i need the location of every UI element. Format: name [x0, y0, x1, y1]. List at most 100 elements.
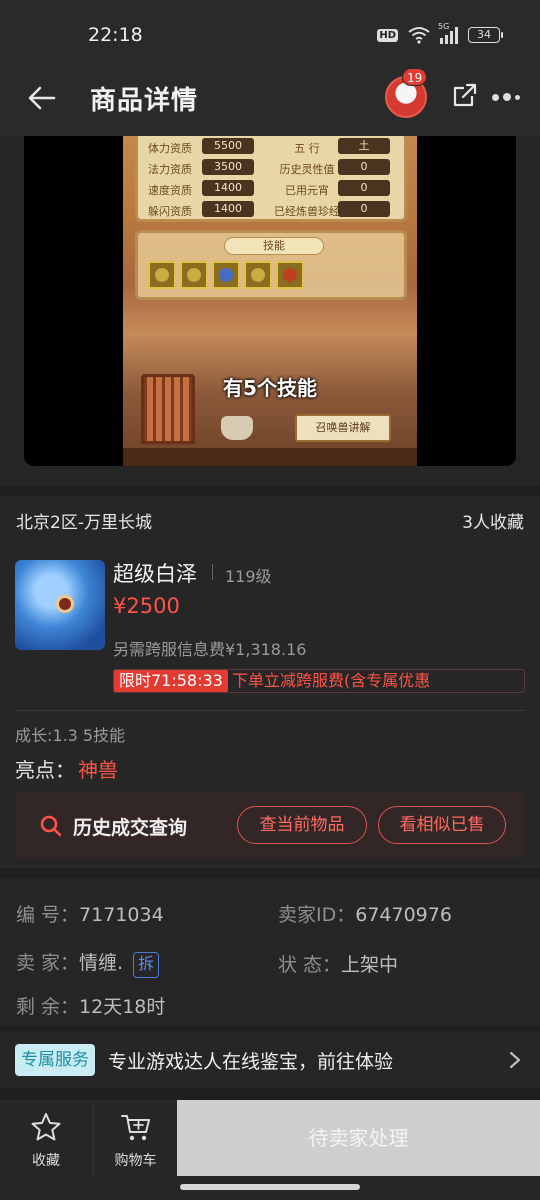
skill-icon — [244, 261, 272, 289]
battery-icon: 34 — [468, 27, 503, 43]
status-icons: HD 5G 34 — [377, 22, 503, 44]
search-icon — [40, 815, 62, 837]
page-title: 商品详情 — [90, 86, 199, 116]
stat-value: 5500 — [202, 138, 254, 154]
skill-icon — [180, 261, 208, 289]
promo-banner[interactable]: 限时71:58:33 下单立减跨服费(含专属优惠 — [113, 669, 525, 693]
split-badge[interactable]: 拆 — [133, 952, 160, 978]
product-level: 119级 — [225, 567, 272, 586]
product-thumbnail[interactable] — [15, 560, 105, 650]
video-player[interactable]: 体力资质 5500 五 行 土 法力资质 3500 历史灵性值 0 速度资质 1… — [24, 136, 516, 466]
stat-value: 0 — [338, 201, 390, 217]
remaining-time: 剩 余：12天18时 — [16, 992, 165, 1019]
cart-button[interactable]: 购物车 — [93, 1100, 177, 1176]
favorite-label: 收藏 — [32, 1153, 60, 1169]
seller: 卖 家：情缠. 拆 — [16, 948, 160, 978]
more-icon[interactable] — [492, 92, 526, 102]
exclusive-service-row[interactable]: 专属服务 专业游戏达人在线鉴宝，前往体验 — [0, 1032, 540, 1088]
trade-history-box: 历史成交查询 查当前物品 看相似已售 — [15, 792, 525, 858]
stat-label: 已用元宵 — [285, 184, 329, 197]
status-label: 状 态： — [278, 954, 342, 976]
stats-panel: 体力资质 5500 五 行 土 法力资质 3500 历史灵性值 0 速度资质 1… — [135, 136, 407, 222]
game-screenshot: 体力资质 5500 五 行 土 法力资质 3500 历史灵性值 0 速度资质 1… — [123, 136, 417, 466]
stat-label: 躲闪资质 — [148, 205, 192, 218]
skill-icon — [276, 261, 304, 289]
message-count-badge: 19 — [402, 68, 428, 86]
item-id-label: 编 号： — [16, 904, 80, 926]
item-id-value: 7171034 — [79, 904, 164, 926]
stat-row: 速度资质 1400 已用元宵 0 — [138, 179, 410, 199]
stat-value: 1400 — [202, 180, 254, 196]
skills-title: 技能 — [224, 237, 324, 255]
cart-label: 购物车 — [114, 1153, 157, 1169]
divider — [15, 710, 525, 711]
stat-value: 1400 — [202, 201, 254, 217]
favorite-count: 3人收藏 — [462, 513, 524, 533]
product-price: ¥2500 — [113, 594, 180, 618]
share-icon[interactable] — [452, 82, 478, 108]
stat-label: 速度资质 — [148, 184, 192, 197]
skill-icon — [212, 261, 240, 289]
stat-value: 0 — [338, 180, 390, 196]
seller-id-label: 卖家ID： — [278, 904, 356, 926]
signal-icon: 5G — [438, 22, 458, 44]
table-image — [123, 448, 417, 466]
seller-id-value: 67470976 — [355, 904, 452, 926]
cross-server-fee: 另需跨服信息费¥1,318.16 — [113, 640, 307, 659]
separator — [212, 564, 213, 580]
seller-name[interactable]: 情缠. — [79, 952, 123, 974]
promo-text: 下单立减跨服费(含专属优惠 — [232, 671, 431, 690]
stat-label: 体力资质 — [148, 142, 192, 155]
server-name: 北京2区-万里长城 — [16, 513, 152, 533]
exclusive-service-tag: 专属服务 — [15, 1044, 95, 1076]
media-area: 体力资质 5500 五 行 土 法力资质 3500 历史灵性值 0 速度资质 1… — [0, 136, 540, 486]
wifi-icon — [408, 27, 430, 44]
pot-image — [221, 416, 253, 440]
home-indicator[interactable] — [180, 1184, 360, 1190]
remaining-label: 剩 余： — [16, 996, 80, 1018]
stat-row: 体力资质 5500 五 行 土 — [138, 137, 410, 157]
back-arrow-icon[interactable] — [26, 82, 58, 114]
skills-panel: 技能 — [135, 230, 407, 300]
listing-status: 状 态：上架中 — [278, 950, 398, 977]
stat-row: 法力资质 3500 历史灵性值 0 — [138, 158, 410, 178]
video-caption: 有5个技能 — [223, 376, 317, 400]
chevron-right-icon — [509, 1051, 521, 1069]
nav-bar: 商品详情 19 — [0, 68, 540, 136]
summon-explain-sign: 召唤兽讲解 — [295, 414, 391, 442]
stat-row: 躲闪资质 1400 已经炼兽珍经 0 — [138, 200, 410, 220]
stat-label: 法力资质 — [148, 163, 192, 176]
stat-label: 五 行 — [294, 142, 320, 155]
stat-value: 0 — [338, 159, 390, 175]
status-time: 22:18 — [88, 24, 143, 46]
seller-id: 卖家ID：67470976 — [278, 900, 452, 927]
cart-icon — [120, 1115, 150, 1141]
status-value: 上架中 — [341, 954, 399, 976]
favorite-button[interactable]: 收藏 — [0, 1100, 92, 1176]
network-type: 5G — [438, 22, 450, 31]
highlight-label: 亮点： — [15, 758, 75, 782]
star-icon — [31, 1113, 61, 1141]
seller-label: 卖 家： — [16, 952, 80, 974]
promo-timer: 限时71:58:33 — [114, 670, 228, 692]
stat-value: 土 — [338, 138, 390, 154]
highlight-value: 神兽 — [78, 758, 118, 782]
pending-seller-button[interactable]: 待卖家处理 — [177, 1100, 540, 1176]
hd-icon: HD — [377, 28, 398, 42]
trade-history-title: 历史成交查询 — [73, 817, 188, 839]
item-id: 编 号：7171034 — [16, 900, 164, 927]
exclusive-service-text: 专业游戏达人在线鉴宝，前往体验 — [108, 1051, 394, 1073]
stat-label: 历史灵性值 — [279, 163, 335, 176]
stat-label: 已经炼兽珍经 — [274, 205, 340, 218]
server-location-row: 北京2区-万里长城 3人收藏 — [0, 496, 540, 542]
status-bar: 22:18 HD 5G 34 — [0, 0, 540, 68]
remaining-value: 12天18时 — [79, 996, 166, 1018]
skill-icon — [148, 261, 176, 289]
product-card: 超级白泽 119级 ¥2500 另需跨服信息费¥1,318.16 限时71:58… — [0, 542, 540, 868]
view-similar-sold-button[interactable]: 看相似已售 — [378, 806, 506, 844]
growth-info: 成长:1.3 5技能 — [15, 726, 126, 745]
stat-value: 3500 — [202, 159, 254, 175]
check-current-item-button[interactable]: 查当前物品 — [237, 806, 367, 844]
item-info-card: 编 号：7171034 卖家ID：67470976 卖 家：情缠. 拆 状 态：上… — [0, 878, 540, 1026]
product-name: 超级白泽 — [113, 562, 197, 586]
